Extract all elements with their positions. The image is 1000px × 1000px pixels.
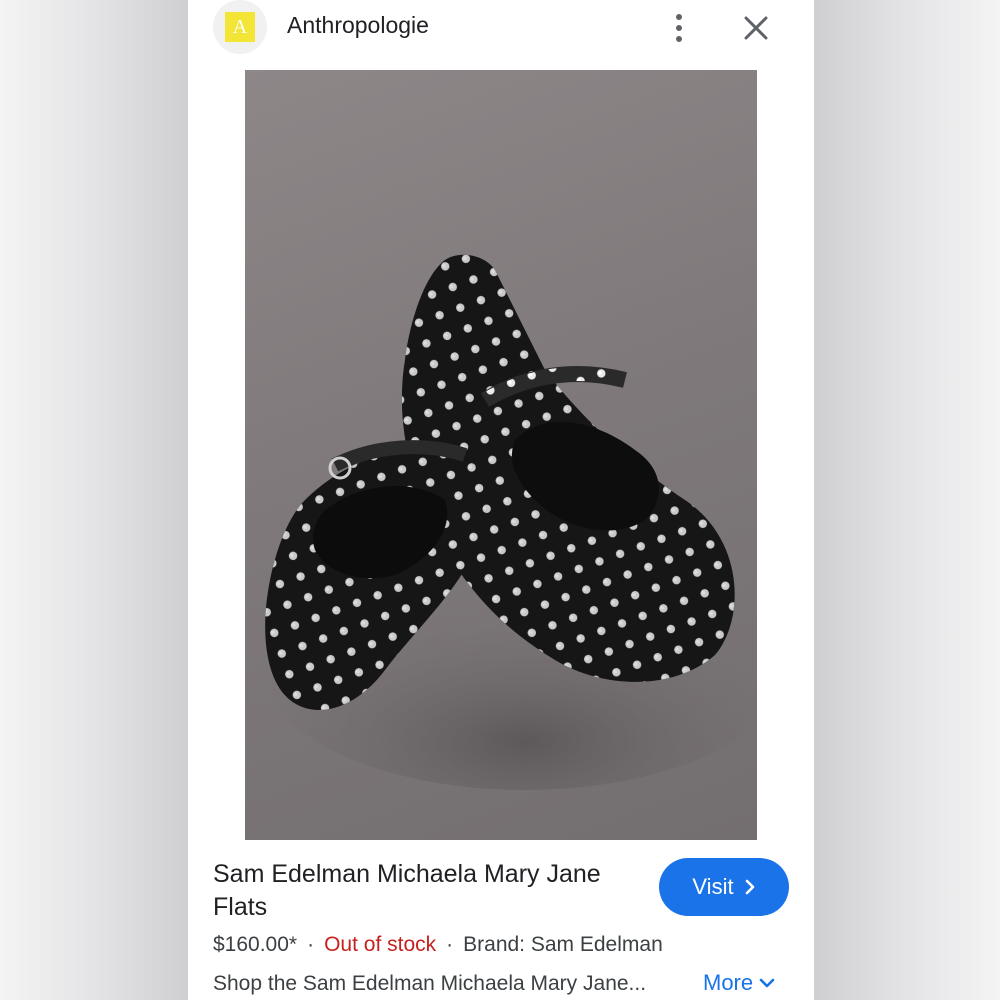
studded-mary-jane-flats-image — [265, 254, 757, 790]
product-sheet: A Anthropologie Sam Edelman Michaela Mar… — [188, 0, 814, 1000]
header: A Anthropologie — [188, 0, 814, 70]
close-icon — [744, 16, 768, 40]
vertical-dots-icon — [676, 14, 682, 20]
site-name[interactable]: Anthropologie — [287, 12, 429, 39]
stock-status: Out of stock — [324, 933, 437, 956]
more-options-button[interactable] — [664, 10, 694, 46]
visit-button[interactable]: Visit — [659, 858, 789, 916]
background-right — [814, 0, 1000, 1000]
close-button[interactable] — [740, 12, 772, 44]
anthropologie-logo-icon: A — [225, 12, 255, 42]
more-link[interactable]: More — [703, 970, 775, 996]
product-image[interactable] — [245, 70, 757, 840]
price: $160.00* — [213, 933, 298, 956]
visit-label: Visit — [692, 874, 734, 899]
product-info: Sam Edelman Michaela Mary Jane Flats Vis… — [188, 840, 814, 1000]
product-meta: $160.00* · Out of stock · Brand: Sam Edelman — [213, 933, 663, 957]
chevron-right-icon — [745, 879, 754, 895]
site-favicon: A — [213, 0, 267, 54]
brand: Brand: Sam Edelman — [463, 933, 663, 956]
product-description: Shop the Sam Edelman Michaela Mary Jane.… — [213, 972, 647, 995]
separator: · — [307, 933, 315, 956]
more-label: More — [703, 970, 754, 995]
product-image-area — [188, 70, 814, 840]
separator: · — [446, 933, 454, 956]
product-title[interactable]: Sam Edelman Michaela Mary Jane Flats — [213, 858, 643, 924]
chevron-down-icon — [759, 978, 775, 988]
background-left — [0, 0, 188, 1000]
